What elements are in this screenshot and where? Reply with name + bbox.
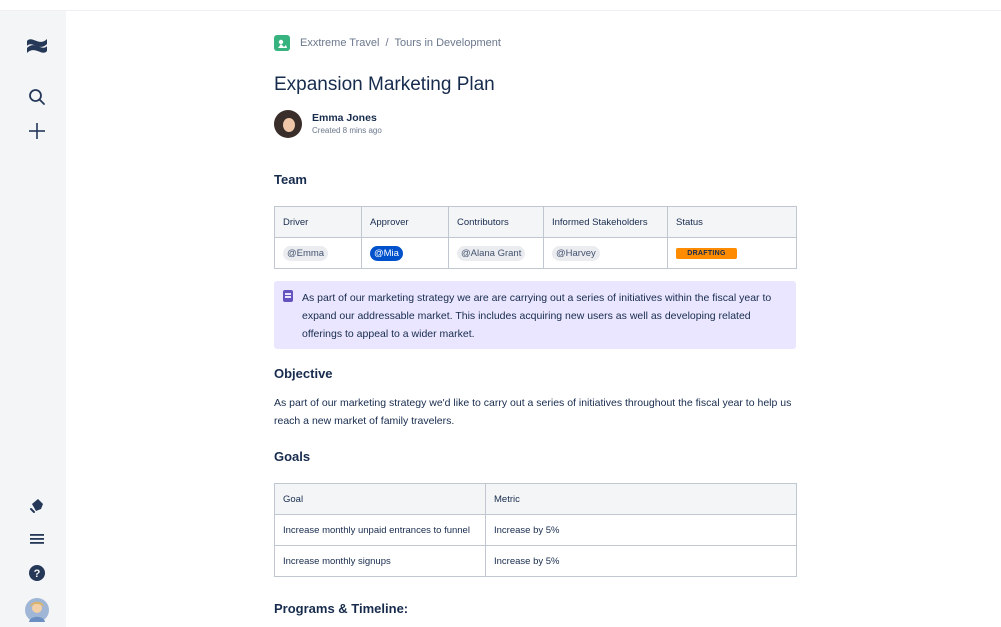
table-row: @Emma @Mia @Alana Grant @Harvey DRAFTING [274, 237, 797, 269]
mention-driver[interactable]: @Emma [283, 245, 329, 261]
team-table: Driver Approver Contributors Informed St… [274, 206, 797, 269]
menu-icon[interactable] [24, 526, 50, 552]
column-header-driver: Driver [274, 206, 362, 238]
column-header-goal: Goal [274, 483, 486, 515]
metric-cell: Increase by 5% [485, 514, 797, 546]
goals-table: Goal Metric Increase monthly unpaid entr… [274, 483, 797, 577]
goal-cell: Increase monthly unpaid entrances to fun… [274, 514, 486, 546]
column-header-approver: Approver [361, 206, 449, 238]
approver-cell: @Mia [361, 237, 449, 269]
objective-heading: Objective [274, 366, 333, 381]
column-header-contributors: Contributors [448, 206, 544, 238]
breadcrumb-space-link[interactable]: Exxtreme Travel [300, 37, 379, 49]
column-header-stakeholders: Informed Stakeholders [543, 206, 668, 238]
mention-contributor[interactable]: @Alana Grant [457, 245, 526, 261]
global-sidebar: ? [0, 11, 66, 627]
page-byline: Emma Jones Created 8 mins ago [274, 109, 382, 139]
breadcrumb-page-link[interactable]: Tours in Development [395, 37, 501, 49]
profile-avatar[interactable] [24, 597, 50, 623]
notifications-icon[interactable] [24, 492, 50, 518]
goals-table-header: Goal Metric [274, 483, 797, 515]
search-icon[interactable] [24, 84, 50, 110]
page-title: Expansion Marketing Plan [274, 74, 495, 95]
create-icon[interactable] [24, 118, 50, 144]
stakeholders-cell: @Harvey [543, 237, 668, 269]
metric-cell: Increase by 5% [485, 545, 797, 577]
note-text: As part of our marketing strategy we are… [302, 292, 772, 340]
table-row: Increase monthly unpaid entrances to fun… [274, 514, 797, 546]
table-row: Increase monthly signups Increase by 5% [274, 545, 797, 577]
mention-approver[interactable]: @Mia [370, 245, 403, 261]
note-panel: As part of our marketing strategy we are… [274, 281, 796, 349]
breadcrumb: Exxtreme Travel / Tours in Development [274, 35, 501, 51]
contributors-cell: @Alana Grant [448, 237, 544, 269]
help-icon[interactable]: ? [24, 560, 50, 586]
mention-stakeholder[interactable]: @Harvey [552, 245, 600, 261]
confluence-window: ? Exxtreme Travel / Tours in Development [0, 10, 1001, 627]
breadcrumb-separator: / [385, 37, 389, 49]
objective-text: As part of our marketing strategy we'd l… [274, 397, 792, 427]
svg-text:?: ? [34, 568, 41, 580]
team-heading: Team [274, 172, 307, 187]
status-lozenge: DRAFTING [676, 248, 737, 259]
goal-cell: Increase monthly signups [274, 545, 486, 577]
author-avatar[interactable] [274, 110, 302, 138]
team-table-header: Driver Approver Contributors Informed St… [274, 206, 797, 238]
status-cell: DRAFTING [667, 237, 797, 269]
column-header-status: Status [667, 206, 797, 238]
column-header-metric: Metric [485, 483, 797, 515]
confluence-logo-icon[interactable] [24, 33, 50, 59]
goals-heading: Goals [274, 449, 311, 464]
created-timestamp: Created 8 mins ago [312, 126, 382, 135]
driver-cell: @Emma [274, 237, 362, 269]
space-icon [274, 35, 290, 51]
programs-heading: Programs & Timeline: [274, 601, 409, 616]
note-icon [283, 290, 293, 302]
author-name[interactable]: Emma Jones [312, 112, 382, 125]
screen-top-margin [0, 0, 1001, 10]
